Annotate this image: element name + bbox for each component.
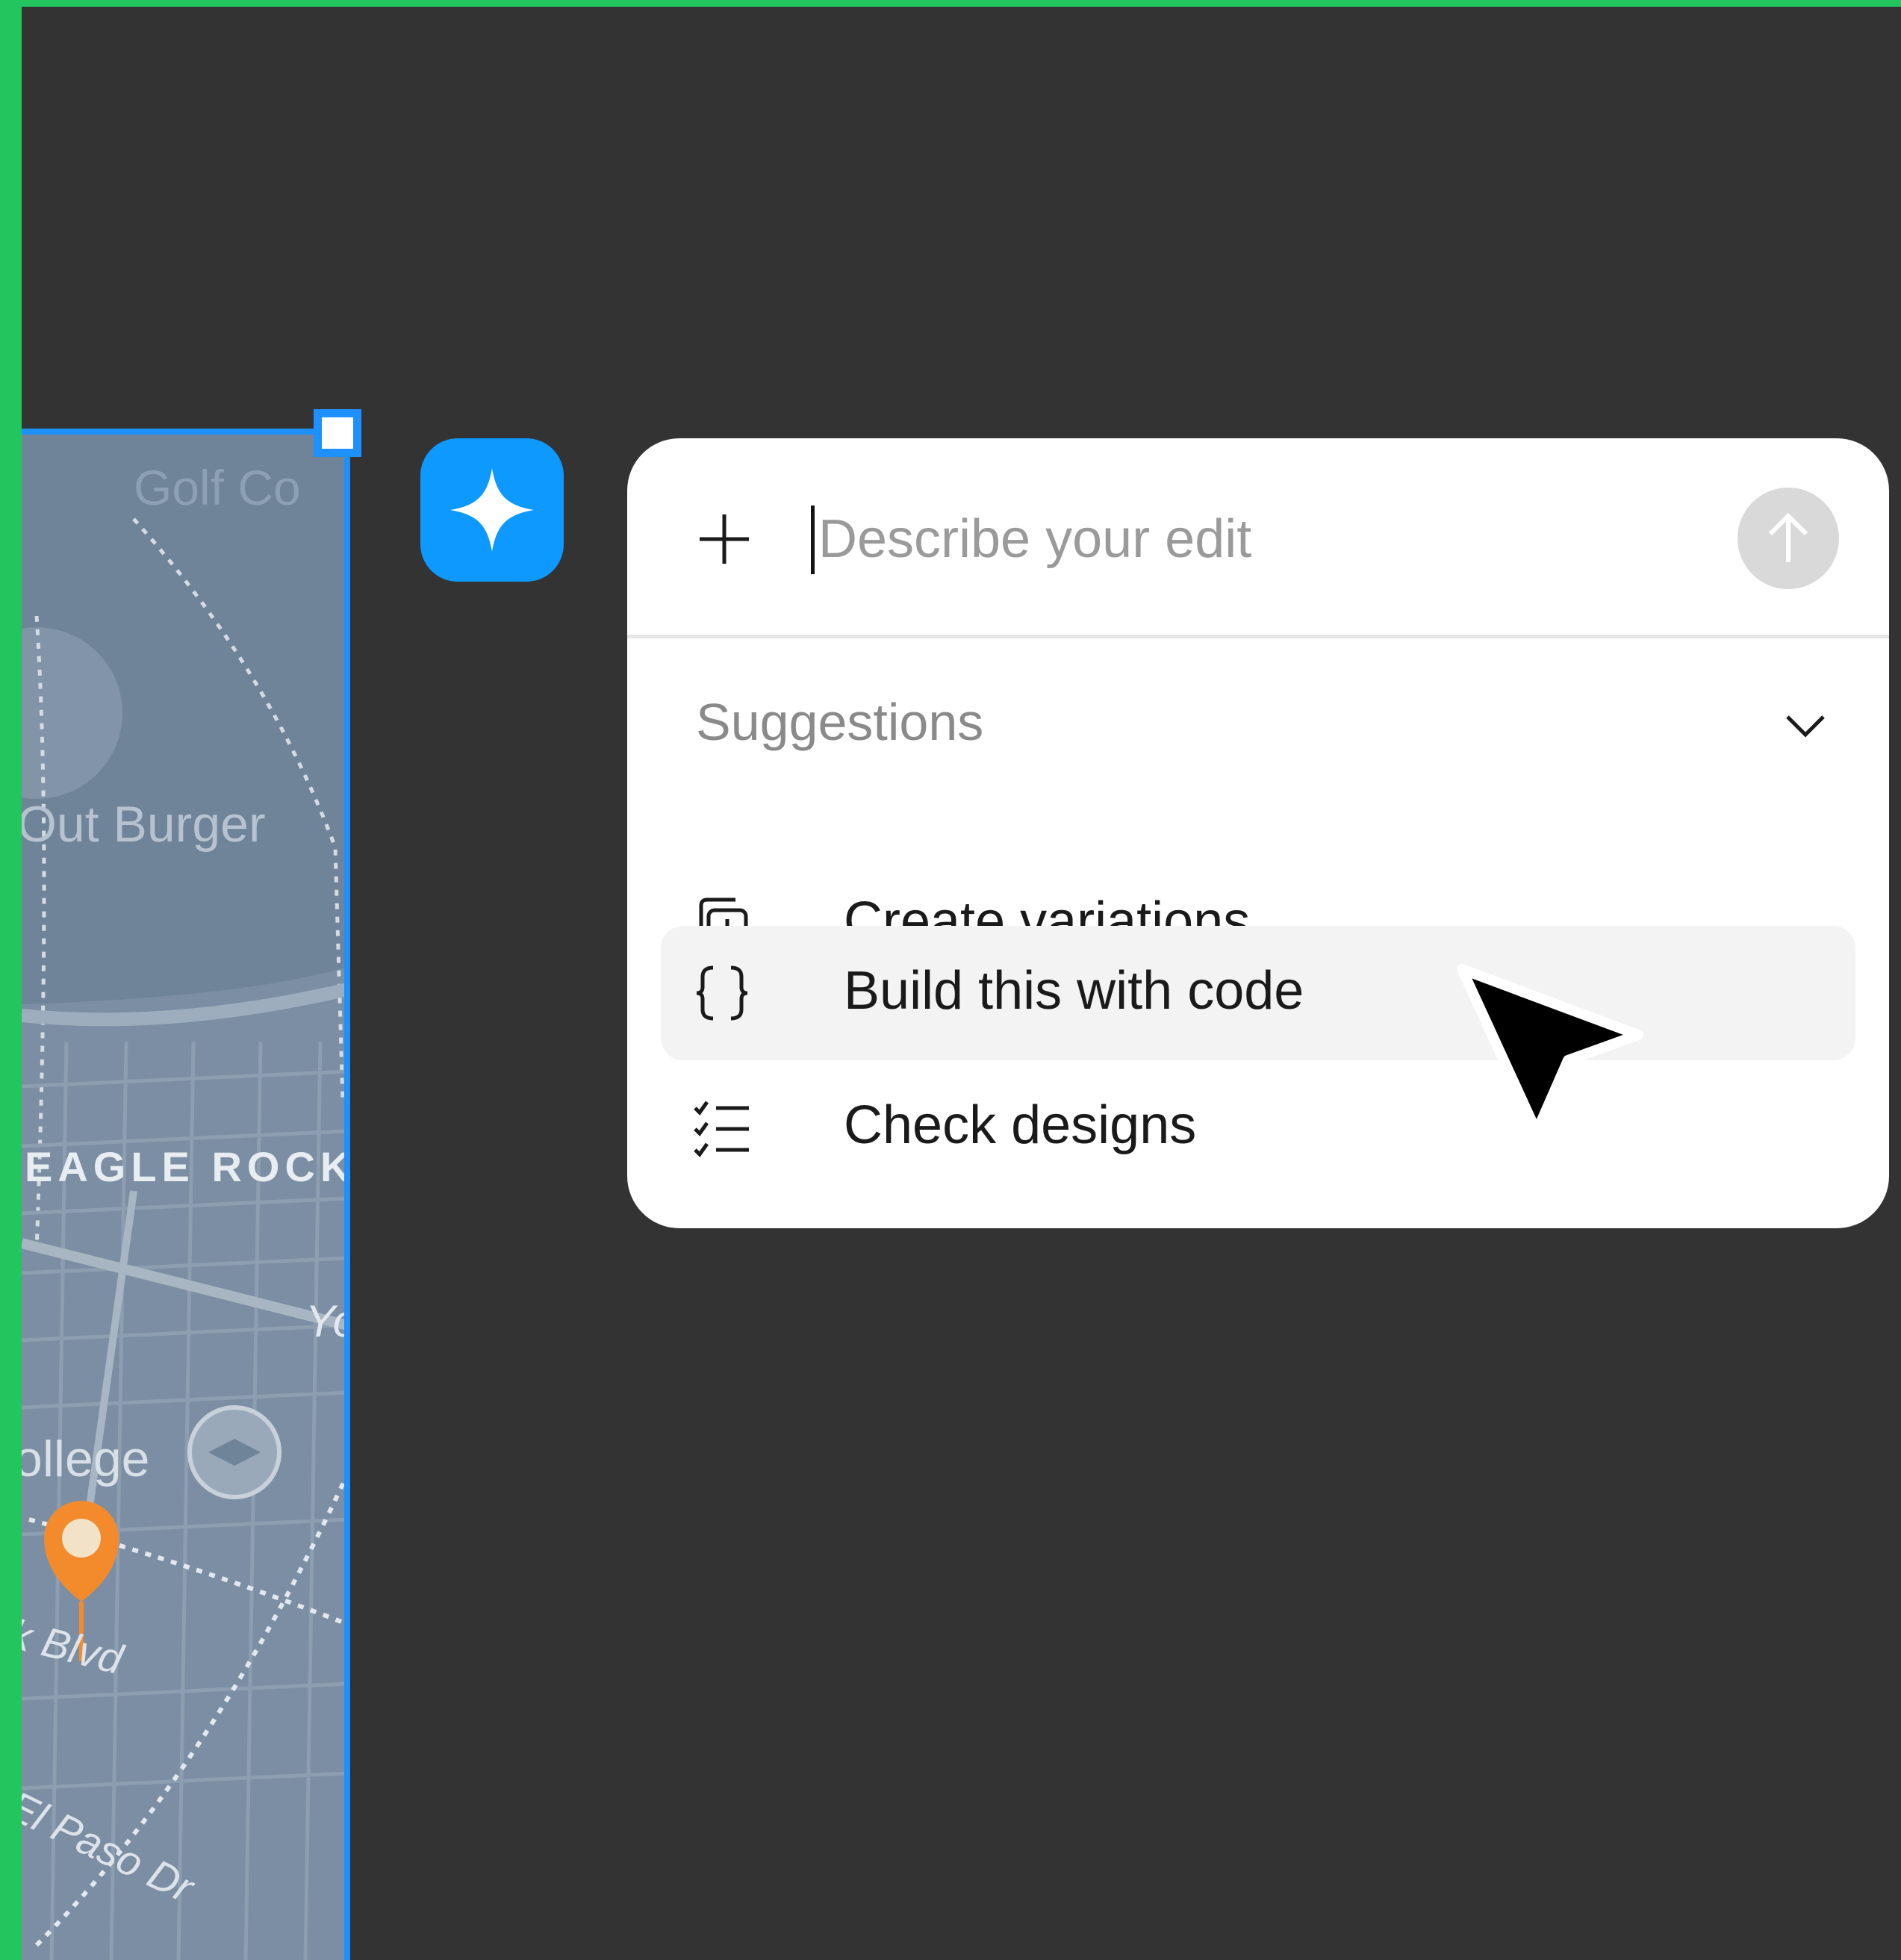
- mouse-pointer-icon: [1457, 964, 1643, 1137]
- text-caret: [811, 505, 815, 574]
- arrow-up-icon: [1768, 512, 1808, 562]
- send-button[interactable]: [1737, 488, 1839, 589]
- plus-icon[interactable]: [698, 513, 750, 565]
- map-label-burger: Out Burger: [22, 796, 266, 853]
- checklist-icon: [694, 1101, 749, 1157]
- suggestion-check-designs[interactable]: Check designs: [661, 1060, 1855, 1195]
- code-braces-icon: [696, 965, 748, 1021]
- map-background: [22, 429, 347, 1960]
- ai-prompt-panel: Suggestions Create variations Build this…: [627, 438, 1889, 1228]
- sparkle-icon: [450, 468, 534, 552]
- map-label-yo: Yo: [305, 1296, 347, 1346]
- describe-edit-input[interactable]: [818, 502, 1565, 576]
- selection-border-top: [22, 429, 347, 435]
- map-label-eagle-rock: EAGLE ROCK: [25, 1143, 347, 1190]
- prompt-input-row: [627, 438, 1889, 638]
- suggestion-label: Build this with code: [844, 961, 1304, 1021]
- ai-assistant-button[interactable]: [420, 438, 564, 582]
- canvas-border-left: [0, 0, 22, 1960]
- resize-handle[interactable]: [314, 409, 361, 457]
- selection-border-right: [344, 429, 350, 1960]
- suggestion-build-with-code[interactable]: Build this with code: [661, 926, 1855, 1060]
- suggestion-label: Check designs: [844, 1095, 1197, 1155]
- map-frame[interactable]: Golf Co Out Burger EAGLE ROCK Yo ollege …: [22, 429, 347, 1960]
- canvas-border-top: [0, 0, 1901, 7]
- chevron-down-icon[interactable]: [1783, 703, 1828, 748]
- suggestions-header: Suggestions: [696, 693, 984, 751]
- map-label-golf: Golf Co: [134, 460, 301, 515]
- map-label-college: ollege: [22, 1431, 150, 1487]
